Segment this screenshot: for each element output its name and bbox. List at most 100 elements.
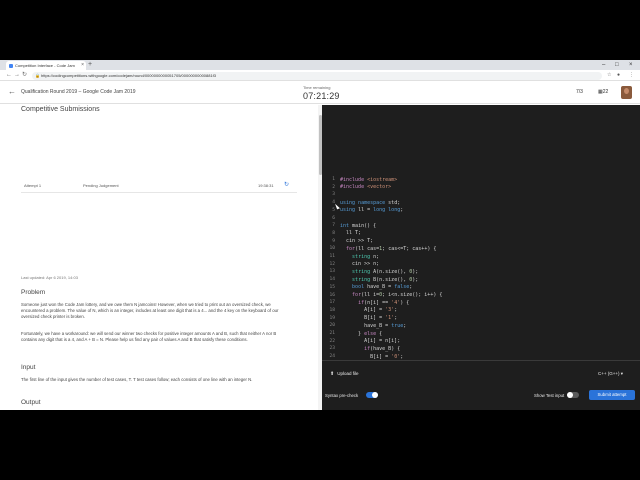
code-token: ; [403,322,407,329]
line-number: 14 [329,277,335,283]
code-token: (ll i= [361,292,380,298]
code-token: '1' [385,315,395,322]
code-token: ; [400,353,404,360]
code-line: A[i] = n[i]; [340,338,400,344]
browser-window: Competition Interface - Code Jam × + – □… [0,60,640,410]
refresh-icon[interactable]: ↻ [284,181,289,188]
code-token: <vector> [367,184,392,191]
avatar[interactable] [621,86,632,99]
code-token: ; [394,315,398,322]
code-token: { [376,330,383,337]
line-number: 4 [332,200,335,206]
profile-icon[interactable]: ● [617,70,620,81]
code-token: cin >> T; [340,238,374,245]
code-token: for [352,292,362,298]
bookmark-star-icon[interactable]: ☆ [607,70,611,81]
code-token: else [364,330,377,337]
close-tab-icon[interactable]: × [81,61,84,70]
toggle-knob [372,392,378,398]
code-token: ll = [358,207,374,214]
forward-icon[interactable]: → [14,70,20,81]
line-number: 24 [329,354,335,360]
lock-icon: 🔒 [35,72,40,78]
code-token: '3' [385,307,395,314]
code-token: <iostream> [367,176,398,183]
back-arrow-icon[interactable]: ← [8,87,16,96]
code-token: string [352,276,374,283]
code-line: ll T; [340,230,361,236]
code-line: cin >> n; [340,261,379,267]
input-paragraph: The first line of the input gives the nu… [21,377,253,382]
line-number: 18 [329,307,335,313]
code-token: ; [400,207,404,214]
line-number: 11 [329,254,335,259]
close-window-icon[interactable]: × [629,60,633,70]
menu-kebab-icon[interactable]: ⋮ [629,70,634,81]
code-token: string [352,268,374,275]
submission-time: 19:38:31 [258,183,274,188]
submit-attempt-button[interactable]: Submit attempt [589,390,635,400]
line-number: 10 [329,246,335,252]
code-token: A(n.size(), [373,268,410,275]
code-token: bool [352,284,368,291]
code-line: using ll = long long; [340,207,403,213]
code-line: using namespace std; [340,200,400,206]
line-number: 3 [332,192,335,198]
code-line: for(ll cas=1; cas<=T; cas++) { [340,246,436,252]
code-token: (ll cas= [355,245,380,252]
code-token: for [346,245,356,252]
url-input[interactable]: 🔒 https://codingcompetitions.withgoogle.… [32,71,602,80]
code-line: A[i] = '3'; [340,307,397,313]
code-token: main() { [352,222,377,229]
line-number: 23 [329,346,335,352]
upload-file-button[interactable]: ⬆ Upload file [330,371,358,377]
code-token: ; [409,284,413,291]
code-editor[interactable]: 1 #include <iostream> 2 #include <vector> 3 4… [322,105,640,360]
show-test-input-toggle[interactable] [567,392,579,398]
rank-indicator[interactable]: ▦22 [598,89,608,95]
line-number: 12 [329,261,335,267]
minimize-icon[interactable]: – [602,60,605,70]
code-token: '0' [391,353,401,360]
line-number: 15 [329,284,335,290]
score-value: 7/3 [576,89,583,95]
language-select[interactable]: C++ (G++) ▾ [598,371,623,377]
code-line: for(ll i=0; i<n.size(); i++) { [340,292,442,298]
code-line: have_B = true; [340,323,406,329]
toggle-knob [567,392,573,398]
reload-icon[interactable]: ↻ [22,70,27,81]
back-icon[interactable]: ← [6,70,12,81]
browser-tab[interactable]: Competition Interface - Code Jam × [6,61,86,70]
maximize-icon[interactable]: □ [615,60,619,70]
line-number: 1 [332,177,335,182]
code-line: string A(n.size(), 0); [340,269,418,275]
section-heading-input: Input [21,364,36,371]
score-indicator[interactable]: 7/3 [576,89,583,95]
code-token: #include [340,176,368,183]
time-remaining-value: 07:21:29 [303,91,340,101]
code-token: n; [373,253,380,260]
section-heading-output: Output [21,399,41,406]
url-text: https://codingcompetitions.withgoogle.co… [41,72,217,78]
last-updated: Last updated: Apr 6 2019, 14:03 [21,275,78,280]
line-number: 8 [332,230,335,236]
code-token: true [391,322,404,329]
code-token: B[i] = [340,315,386,322]
new-tab-button[interactable]: + [88,60,92,70]
chevron-down-icon: ▾ [620,371,624,376]
code-token: B(n.size(), [373,276,410,283]
code-line: cin >> T; [340,238,373,244]
syntax-precheck-toggle[interactable] [366,392,378,398]
code-token: false [394,284,410,291]
code-token: } [340,330,365,337]
upload-label: Upload file [337,371,359,376]
line-number: 13 [329,269,335,275]
code-token: '4' [391,299,401,306]
language-value: C++ (G++) [598,371,620,376]
submissions-heading: Competitive Submissions [21,106,100,113]
code-token: (have_B) { [370,345,401,352]
round-title: Qualification Round 2019 – Google Code J… [21,89,136,95]
